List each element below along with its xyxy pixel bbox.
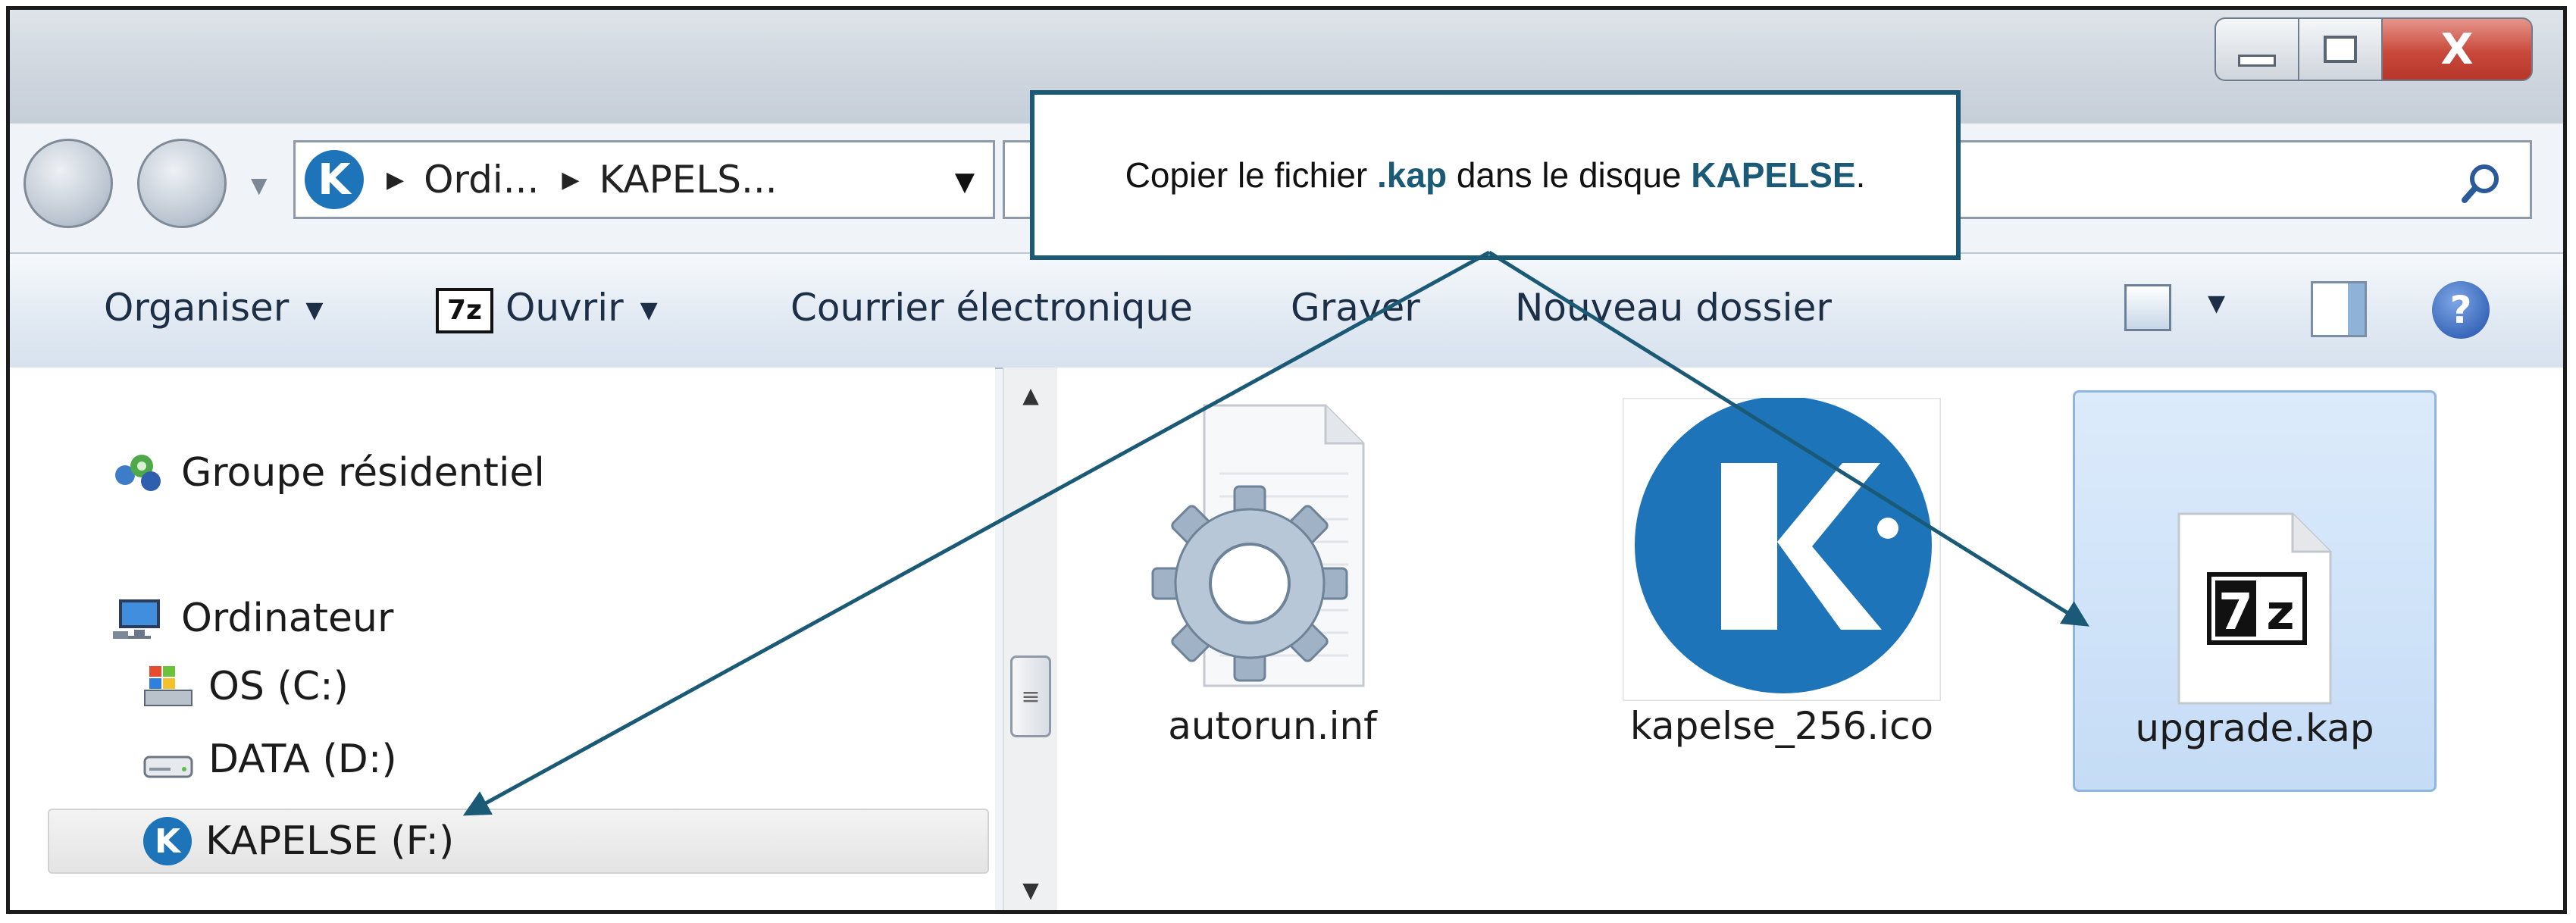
computer-icon bbox=[113, 599, 160, 639]
close-icon: X bbox=[2440, 24, 2474, 74]
chevron-down-icon[interactable]: ▼ bbox=[640, 297, 658, 324]
maximize-button[interactable] bbox=[2298, 17, 2381, 81]
breadcrumb-separator-icon[interactable]: ▶ bbox=[562, 167, 579, 193]
nav-item-groupe-residentiel[interactable]: Groupe résidentiel bbox=[108, 449, 545, 496]
nav-item-ordinateur[interactable]: Ordinateur bbox=[108, 595, 393, 642]
scroll-thumb[interactable]: ≡ bbox=[1010, 655, 1051, 737]
callout-text: Copier le fichier .kap dans le disque KA… bbox=[1125, 155, 1866, 196]
logo-letter: K bbox=[318, 155, 351, 205]
address-dropdown-icon[interactable]: ▼ bbox=[955, 167, 975, 197]
nav-label: OS (C:) bbox=[208, 664, 349, 709]
ouvrir-label: Ouvrir bbox=[505, 286, 624, 330]
help-icon[interactable]: ? bbox=[2432, 281, 2490, 339]
settings-file-icon bbox=[1151, 404, 1365, 687]
kapelse-drive-icon: K bbox=[305, 150, 364, 209]
file-name: kapelse_256.ico bbox=[1629, 704, 1934, 748]
change-view-icon[interactable] bbox=[2124, 284, 2171, 331]
address-bar[interactable]: K ▶ Ordi... ▶ KAPELS... ▼ bbox=[293, 140, 995, 219]
7z-archive-icon: 7 z bbox=[2177, 512, 2332, 705]
recent-pages-dropdown[interactable]: ▼ bbox=[251, 173, 268, 198]
nav-label: Ordinateur bbox=[181, 596, 394, 641]
navigation-scrollbar[interactable]: ▲ ≡ ▼ bbox=[1003, 368, 1057, 910]
ouvrir-button[interactable]: 7z Ouvrir ▼ bbox=[436, 286, 658, 333]
minimize-icon bbox=[2238, 55, 2276, 67]
nav-item-drive-d[interactable]: DATA (D:) bbox=[142, 736, 397, 783]
file-upgrade-kap[interactable]: 7 z upgrade.kap bbox=[2073, 390, 2437, 792]
nav-label: DATA (D:) bbox=[208, 737, 397, 782]
breadcrumb-separator-icon[interactable]: ▶ bbox=[387, 167, 404, 193]
callout-text-part: Copier le fichier bbox=[1125, 155, 1378, 195]
nouveau-dossier-button[interactable]: Nouveau dossier bbox=[1515, 286, 1832, 330]
command-bar: Organiser ▼ 7z Ouvrir ▼ Courrier électroniq… bbox=[10, 252, 2563, 369]
7z-icon: 7z bbox=[436, 287, 493, 333]
breadcrumb-kapelse[interactable]: KAPELS... bbox=[599, 158, 778, 202]
nav-label: Groupe résidentiel bbox=[181, 450, 545, 496]
kapelse-logo-icon bbox=[1621, 396, 1942, 702]
breadcrumb-ordinateur[interactable]: Ordi... bbox=[424, 158, 539, 202]
instruction-callout: Copier le fichier .kap dans le disque KA… bbox=[1030, 90, 1961, 260]
scroll-down-icon[interactable]: ▼ bbox=[1004, 878, 1057, 903]
callout-text-part: . bbox=[1855, 155, 1866, 195]
hard-drive-icon bbox=[143, 756, 193, 778]
organiser-label: Organiser bbox=[104, 286, 290, 330]
callout-text-part: dans le disque bbox=[1447, 155, 1692, 195]
file-name: autorun.inf bbox=[1168, 704, 1377, 748]
file-name: upgrade.kap bbox=[2135, 706, 2374, 750]
file-kapelse-ico[interactable]: kapelse_256.ico bbox=[1615, 396, 1948, 748]
nav-item-drive-c[interactable]: OS (C:) bbox=[142, 663, 349, 710]
logo-letter: K bbox=[154, 821, 181, 861]
svg-text:7: 7 bbox=[2218, 583, 2253, 641]
file-list: autorun.inf kapelse_256.ico 7 z upgrade.… bbox=[1057, 368, 2563, 910]
homegroup-icon bbox=[115, 455, 161, 491]
maximize-icon bbox=[2324, 36, 2357, 63]
courrier-button[interactable]: Courrier électronique bbox=[790, 286, 1193, 330]
back-button[interactable] bbox=[23, 139, 113, 228]
search-icon[interactable] bbox=[2462, 162, 2502, 203]
minimize-button[interactable] bbox=[2214, 17, 2298, 81]
scroll-up-icon[interactable]: ▲ bbox=[1004, 383, 1057, 408]
nav-item-drive-f[interactable]: K KAPELSE (F:) bbox=[48, 809, 989, 874]
chevron-down-icon: ▼ bbox=[305, 297, 324, 324]
organiser-button[interactable]: Organiser ▼ bbox=[104, 286, 323, 330]
explorer-window: X ▼ K ▶ Ordi... ▶ KAPELS... ▼ Organiser ▼… bbox=[6, 6, 2567, 914]
nav-label: KAPELSE (F:) bbox=[205, 818, 455, 864]
callout-highlight-kap: .kap bbox=[1377, 155, 1448, 195]
system-drive-icon bbox=[144, 666, 192, 706]
svg-text:z: z bbox=[2266, 585, 2294, 641]
kapelse-drive-icon: K bbox=[143, 817, 192, 865]
window-controls: X bbox=[2214, 17, 2533, 81]
close-button[interactable]: X bbox=[2381, 17, 2533, 81]
preview-pane-icon[interactable] bbox=[2311, 281, 2367, 337]
file-autorun-inf[interactable]: autorun.inf bbox=[1136, 398, 1409, 748]
forward-button[interactable] bbox=[137, 139, 227, 228]
view-options-dropdown-icon[interactable]: ▼ bbox=[2208, 290, 2225, 317]
graver-button[interactable]: Graver bbox=[1291, 286, 1420, 330]
navigation-pane: Groupe résidentiel Ordinateur OS (C:) DA… bbox=[10, 368, 995, 910]
callout-highlight-kapelse: KAPELSE bbox=[1691, 155, 1856, 195]
